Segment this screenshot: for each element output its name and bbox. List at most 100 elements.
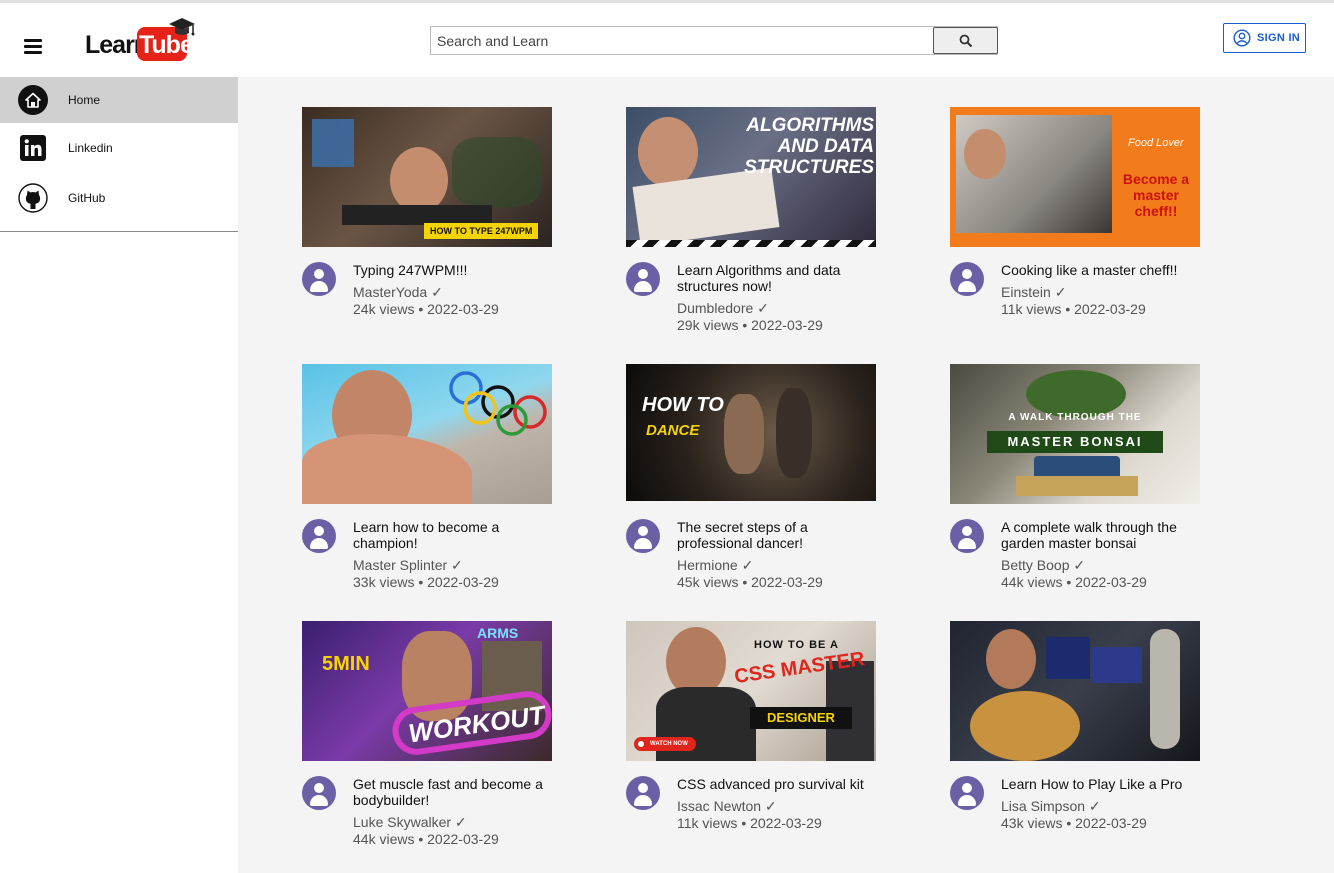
video-card[interactable]: ALGORITHMS AND DATA STRUCTURES Learn Alg…: [626, 107, 876, 347]
sidebar-item-label: Home: [68, 93, 101, 107]
channel-avatar[interactable]: [950, 262, 984, 296]
video-card[interactable]: 5MIN ARMS WORKOUT Get muscle fast and be…: [302, 621, 552, 861]
channel-avatar[interactable]: [302, 776, 336, 810]
thumbnail-scene-shape: [1150, 629, 1180, 749]
search-icon: [959, 34, 972, 47]
sidebar-item-label: GitHub: [68, 191, 106, 205]
video-stats: 11k views • 2022-03-29: [1001, 301, 1146, 317]
video-thumbnail[interactable]: A WALK THROUGH THE MASTER BONSAI: [950, 364, 1200, 504]
sidebar-item-linkedin[interactable]: Linkedin: [0, 123, 238, 173]
thumbnail-scene-shape: [1016, 476, 1138, 496]
video-thumbnail[interactable]: ALGORITHMS AND DATA STRUCTURES: [626, 107, 876, 247]
play-dot-icon: [638, 741, 644, 747]
learntube-logo[interactable]: Learn Tube: [84, 15, 200, 63]
channel-avatar[interactable]: [302, 519, 336, 553]
thumbnail-scene-shape: [342, 205, 492, 225]
video-card[interactable]: Learn How to Play Like a Pro Lisa Simpso…: [950, 621, 1200, 861]
video-thumbnail[interactable]: [950, 621, 1200, 761]
sign-in-label: SIGN IN: [1257, 32, 1301, 44]
video-thumbnail[interactable]: HOW TO TYPE 247WPM: [302, 107, 552, 247]
hamburger-menu-icon[interactable]: [24, 39, 42, 54]
video-thumbnail[interactable]: [302, 364, 552, 504]
user-circle-icon: [1233, 29, 1251, 47]
video-stats: 44k views • 2022-03-29: [1001, 574, 1147, 590]
sidebar-divider: [0, 231, 238, 232]
channel-name[interactable]: Hermione ✓: [677, 557, 872, 574]
channel-name[interactable]: Master Splinter ✓: [353, 557, 548, 574]
video-thumbnail[interactable]: HOW TO DANCE: [626, 364, 876, 501]
thumbnail-caption: MASTER BONSAI: [987, 431, 1163, 453]
thumbnail-scene-shape: [970, 691, 1080, 761]
video-stats: 43k views • 2022-03-29: [1001, 815, 1147, 831]
thumbnail-scene-shape: [1092, 647, 1142, 683]
video-title[interactable]: Learn How to Play Like a Pro: [1001, 776, 1196, 792]
video-thumbnail[interactable]: HOW TO BE A CSS MASTER DESIGNER WATCH NO…: [626, 621, 876, 761]
video-stats: 44k views • 2022-03-29: [353, 831, 499, 847]
linkedin-icon: [18, 133, 48, 163]
thumbnail-scene-shape: [312, 119, 354, 167]
channel-avatar[interactable]: [626, 262, 660, 296]
thumbnail-scene-shape: [986, 629, 1036, 689]
channel-name[interactable]: MasterYoda ✓: [353, 284, 548, 301]
video-title[interactable]: Get muscle fast and become a bodybuilder…: [353, 776, 548, 808]
search-input[interactable]: [431, 27, 933, 54]
video-title[interactable]: Learn Algorithms and data structures now…: [677, 262, 872, 294]
video-card[interactable]: Learn how to become a champion! Master S…: [302, 364, 552, 604]
sidebar-item-github[interactable]: GitHub: [0, 173, 238, 223]
video-card[interactable]: HOW TO BE A CSS MASTER DESIGNER WATCH NO…: [626, 621, 876, 861]
video-card[interactable]: A WALK THROUGH THE MASTER BONSAI A compl…: [950, 364, 1200, 604]
video-stats: 24k views • 2022-03-29: [353, 301, 499, 317]
sidebar: Home Linkedin GitHub: [0, 77, 238, 873]
channel-name[interactable]: Betty Boop ✓: [1001, 557, 1196, 574]
video-title[interactable]: A complete walk through the garden maste…: [1001, 519, 1196, 551]
channel-avatar[interactable]: [950, 776, 984, 810]
thumbnail-scene-shape: [776, 388, 812, 478]
video-card[interactable]: HOW TO TYPE 247WPM Typing 247WPM!!! Mast…: [302, 107, 552, 347]
thumbnail-caption-text: ALGORITHMS AND DATA STRUCTURES: [744, 115, 874, 178]
watch-now-label: WATCH NOW: [650, 741, 688, 747]
thumbnail-scene-shape: [1046, 637, 1090, 679]
search-button[interactable]: [933, 27, 998, 54]
channel-name[interactable]: Lisa Simpson ✓: [1001, 798, 1196, 815]
video-stats: 29k views • 2022-03-29: [677, 317, 823, 333]
channel-name[interactable]: Einstein ✓: [1001, 284, 1196, 301]
top-header: Learn Tube SIGN IN: [0, 3, 1334, 77]
video-card[interactable]: HOW TO DANCE The secret steps of a profe…: [626, 364, 876, 604]
video-stats: 33k views • 2022-03-29: [353, 574, 499, 590]
channel-name[interactable]: Luke Skywalker ✓: [353, 814, 548, 831]
channel-avatar[interactable]: [626, 776, 660, 810]
olympic-rings-icon: [449, 371, 547, 436]
video-title[interactable]: The secret steps of a professional dance…: [677, 519, 872, 551]
graduation-cap-icon: [169, 18, 195, 36]
video-title[interactable]: Typing 247WPM!!!: [353, 262, 548, 278]
thumbnail-caption: ARMS: [477, 625, 519, 641]
channel-name[interactable]: Dumbledore ✓: [677, 300, 872, 317]
github-icon: [18, 183, 48, 213]
video-stats: 45k views • 2022-03-29: [677, 574, 823, 590]
channel-avatar[interactable]: [302, 262, 336, 296]
thumbnail-scene-shape: [302, 434, 472, 504]
thumbnail-scene-shape: [638, 117, 698, 187]
thumbnail-scene-shape: [390, 147, 448, 213]
video-thumbnail[interactable]: 5MIN ARMS WORKOUT: [302, 621, 552, 761]
thumbnail-caption: HOW TO: [642, 394, 724, 416]
channel-name[interactable]: Issac Newton ✓: [677, 798, 872, 815]
thumbnail-caption: HOW TO BE A: [754, 639, 839, 651]
thumbnail-scene-shape: [1026, 370, 1126, 418]
video-thumbnail[interactable]: Food Lover Become a master cheff!!: [950, 107, 1200, 247]
thumbnail-caption: Become a master cheff!!: [1122, 171, 1190, 219]
video-title[interactable]: Learn how to become a champion!: [353, 519, 548, 551]
sign-in-button[interactable]: SIGN IN: [1223, 23, 1306, 53]
video-title[interactable]: Cooking like a master cheff!!: [1001, 262, 1196, 278]
channel-avatar[interactable]: [950, 519, 984, 553]
thumbnail-caption: ALGORITHMS AND DATA STRUCTURES: [738, 115, 874, 178]
video-card[interactable]: Food Lover Become a master cheff!! Cooki…: [950, 107, 1200, 347]
sidebar-item-label: Linkedin: [68, 141, 113, 155]
thumbnail-scene-shape: [724, 394, 764, 474]
search-bar: [430, 26, 998, 55]
channel-avatar[interactable]: [626, 519, 660, 553]
sidebar-item-home[interactable]: Home: [0, 77, 238, 123]
video-title[interactable]: CSS advanced pro survival kit: [677, 776, 872, 792]
home-icon: [18, 85, 48, 115]
video-grid: HOW TO TYPE 247WPM Typing 247WPM!!! Mast…: [238, 77, 1334, 873]
